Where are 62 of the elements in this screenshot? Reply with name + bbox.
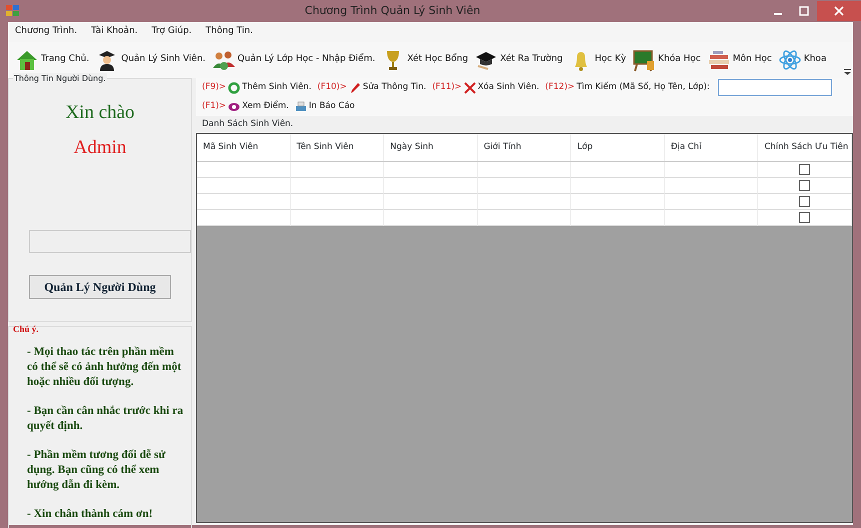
toolbar-button[interactable]: Khóa Học bbox=[629, 48, 704, 72]
minimize-icon bbox=[774, 12, 782, 15]
column-header[interactable]: Chính Sách Ưu Tiên bbox=[758, 134, 852, 161]
column-header[interactable]: Lớp bbox=[571, 134, 665, 161]
menu-item[interactable]: Thông Tin. bbox=[198, 24, 260, 40]
blackboard-icon bbox=[632, 48, 656, 72]
shortcut-key: (F12)> bbox=[545, 81, 575, 94]
search-field[interactable] bbox=[718, 79, 832, 96]
action-button[interactable]: Xóa Sinh Viên. bbox=[464, 81, 544, 94]
menu-item[interactable]: Trợ Giúp. bbox=[144, 24, 199, 40]
app-icon bbox=[6, 5, 20, 17]
column-header[interactable]: Tên Sinh Viên bbox=[290, 134, 384, 161]
eye-icon bbox=[228, 100, 240, 112]
close-icon bbox=[834, 6, 844, 16]
greeting-text: Xin chào bbox=[64, 101, 136, 125]
atom-icon bbox=[778, 48, 802, 72]
cross-icon bbox=[464, 82, 476, 94]
column-header[interactable]: Địa Chỉ bbox=[664, 134, 758, 161]
column-header[interactable]: Mã Sinh Viên bbox=[197, 134, 291, 161]
shortcut-key: (F1)> bbox=[202, 100, 226, 113]
input-field[interactable] bbox=[29, 230, 191, 253]
menu-item[interactable]: Chương Trình. bbox=[8, 24, 84, 40]
action-button[interactable]: Sửa Thông Tin. bbox=[348, 81, 430, 94]
checkbox[interactable] bbox=[799, 212, 810, 223]
action-button[interactable]: In Báo Cáo bbox=[294, 100, 359, 113]
close-button[interactable] bbox=[817, 1, 861, 21]
printer-icon bbox=[294, 100, 307, 112]
pencil-icon bbox=[348, 82, 361, 94]
maximize-icon bbox=[799, 6, 809, 16]
window-title: Chương Trình Quản Lý Sinh Viên bbox=[304, 2, 482, 19]
note-paragraph: - Bạn cần cân nhắc trước khi ra quyết định. bbox=[27, 404, 184, 434]
toolbar-button[interactable]: Khoa bbox=[774, 48, 830, 72]
shortcut-key: (F11)> bbox=[432, 81, 462, 94]
username-text: Admin bbox=[72, 136, 128, 160]
table-title: Danh Sách Sinh Viên. bbox=[201, 118, 294, 131]
books-icon bbox=[706, 48, 731, 72]
action-button[interactable]: Xem Điểm. bbox=[228, 100, 293, 113]
house-icon bbox=[15, 48, 39, 72]
toolbar-button[interactable]: Học Kỳ bbox=[566, 48, 630, 72]
column-header[interactable]: Giới Tính bbox=[478, 134, 572, 161]
overflow-icon[interactable] bbox=[844, 68, 851, 76]
toolbar-button[interactable]: Trang Chủ. bbox=[12, 48, 92, 72]
shortcut-key: (F10)> bbox=[317, 81, 347, 94]
toolbar-button[interactable]: Môn Học bbox=[704, 48, 775, 72]
column-header[interactable]: Ngày Sinh bbox=[384, 134, 478, 161]
note-paragraph: - Phần mềm tương đối dễ sử dụng. Bạn cũng có thể xem hướng dẫn đi kèm. bbox=[27, 448, 166, 493]
menu-item[interactable]: Tài Khoản. bbox=[84, 24, 145, 40]
toolbar-button[interactable]: Xét Học Bổng bbox=[378, 48, 472, 72]
note-paragraph: - Mọi thao tác trên phần mềm có thể sẽ có ảnh hưởng đến một hoặc nhiều đối tượng. bbox=[27, 345, 182, 390]
toolbar-button[interactable]: Quản Lý Sinh Viên. bbox=[92, 48, 209, 72]
panel-title: Thông Tin Người Dùng. bbox=[13, 73, 107, 85]
action-button[interactable]: Thêm Sinh Viên. bbox=[228, 81, 316, 94]
note-title: Chú ý. bbox=[12, 323, 39, 336]
toolbar-button[interactable]: Xét Ra Trường bbox=[471, 48, 566, 72]
checkbox[interactable] bbox=[799, 196, 810, 207]
manage-users-button[interactable]: Quản Lý Người Dùng bbox=[29, 275, 171, 299]
checkbox[interactable] bbox=[799, 164, 810, 175]
shortcut-key: (F9)> bbox=[202, 81, 226, 94]
checkbox[interactable] bbox=[799, 180, 810, 191]
toolbar-button[interactable]: Quản Lý Lớp Học - Nhập Điểm. bbox=[208, 48, 378, 72]
search-label: Tìm Kiếm (Mã Số, Họ Tên, Lớp): bbox=[576, 81, 711, 94]
note-paragraph: - Xin chân thành cám ơn! bbox=[27, 507, 154, 522]
